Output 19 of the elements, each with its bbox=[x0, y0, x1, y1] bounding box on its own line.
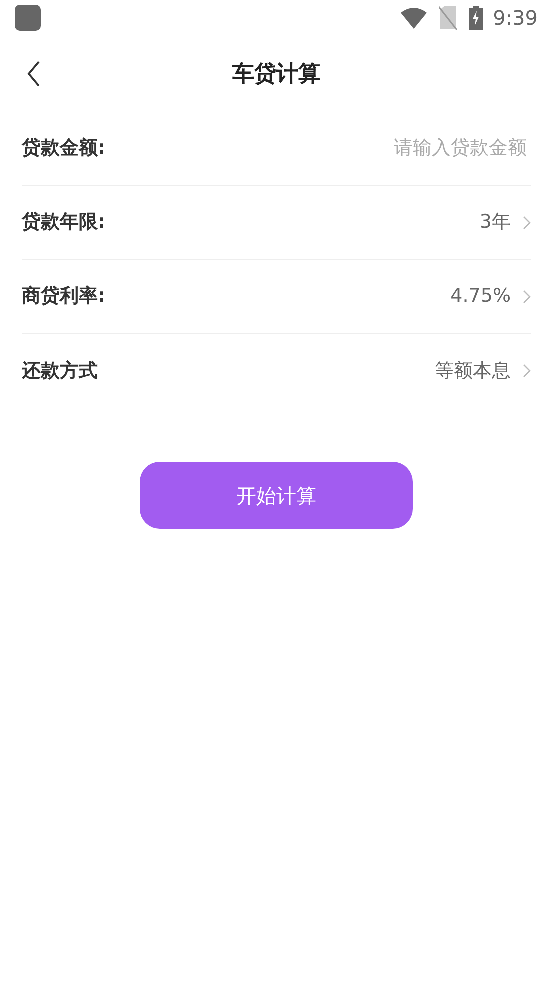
field-label: 商贷利率: bbox=[22, 284, 106, 310]
page-title: 车贷计算 bbox=[232, 60, 320, 88]
picker-value[interactable]: 3年 bbox=[480, 208, 531, 237]
field-label: 贷款年限: bbox=[22, 210, 106, 236]
app-notification-icon bbox=[15, 5, 41, 31]
status-time: 9:39 bbox=[493, 5, 538, 32]
chevron-right-icon bbox=[523, 216, 531, 230]
field-label: 贷款金额: bbox=[22, 136, 106, 162]
chevron-right-icon bbox=[523, 290, 531, 304]
no-sim-icon bbox=[439, 6, 458, 30]
chevron-right-icon bbox=[523, 364, 531, 378]
loan-amount-field[interactable]: 请输入贷款金额 bbox=[277, 134, 527, 163]
picker-value[interactable]: 等额本息 bbox=[435, 356, 531, 386]
picker-value[interactable]: 4.75% bbox=[450, 282, 531, 311]
battery-charging-icon bbox=[469, 6, 484, 30]
wifi-icon bbox=[401, 7, 428, 29]
back-icon bbox=[27, 61, 41, 87]
field-label: 还款方式 bbox=[22, 358, 98, 384]
start-calculation-button[interactable]: 开始计算 bbox=[140, 462, 413, 529]
